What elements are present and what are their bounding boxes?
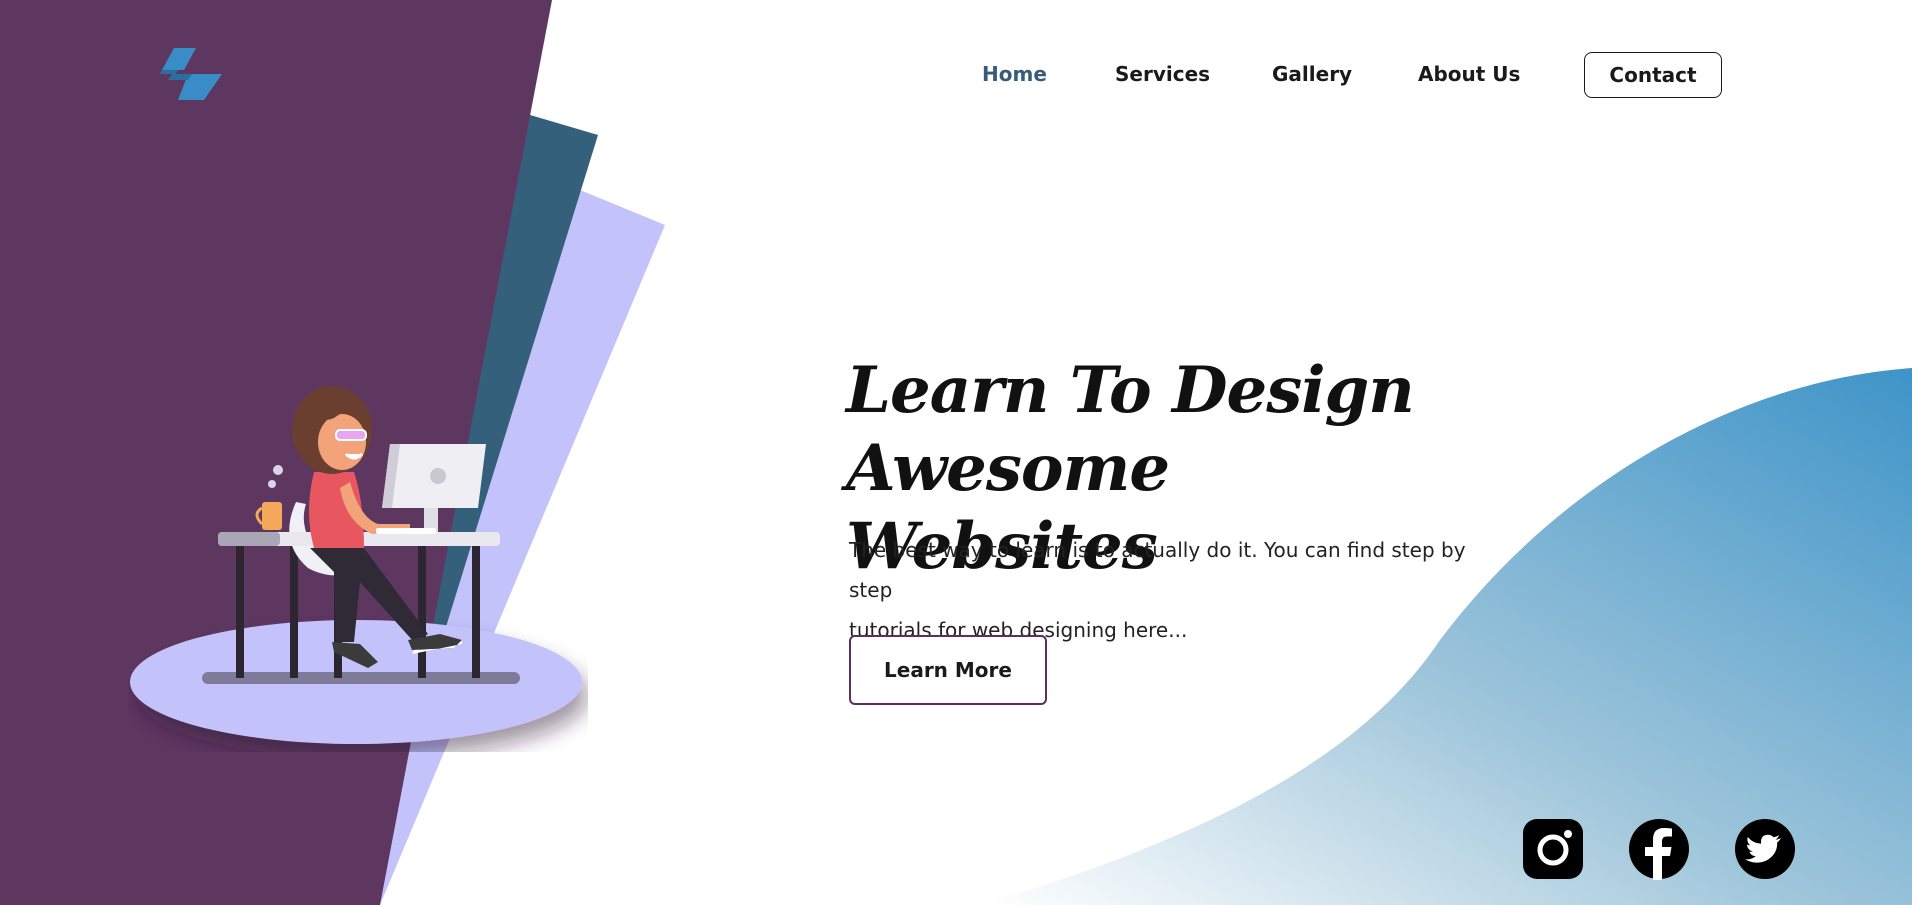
contact-button[interactable]: Contact [1584,52,1722,98]
nav-item-about-us[interactable]: About Us [1418,62,1520,86]
woman-working-at-computer-illustration [130,386,582,744]
learn-more-button[interactable]: Learn More [849,635,1047,705]
landing-page: Home Services Gallery About Us Contact L… [0,0,1912,905]
hero-description: The best way to learn is to actually do … [849,530,1489,650]
hero-description-line-1: The best way to learn is to actually do … [849,538,1466,602]
desk-leg [236,544,244,678]
instagram-icon[interactable] [1522,818,1584,880]
desk-leg [290,544,298,678]
woman-face [318,414,366,470]
desk-top-shade [218,532,280,546]
nav-item-home[interactable]: Home [982,62,1047,86]
facebook-icon[interactable] [1628,818,1690,880]
coffee-cup [262,502,282,530]
glasses [335,429,367,441]
social-icons [1522,818,1796,880]
nav-item-gallery[interactable]: Gallery [1272,62,1352,86]
desk-leg [472,544,480,678]
hero-title-line-1: Learn To Design [846,353,1415,428]
nav-item-services[interactable]: Services [1115,62,1210,86]
desk-leg [418,544,426,678]
twitter-icon[interactable] [1734,818,1796,880]
zigzag-logo-icon[interactable] [158,46,224,102]
